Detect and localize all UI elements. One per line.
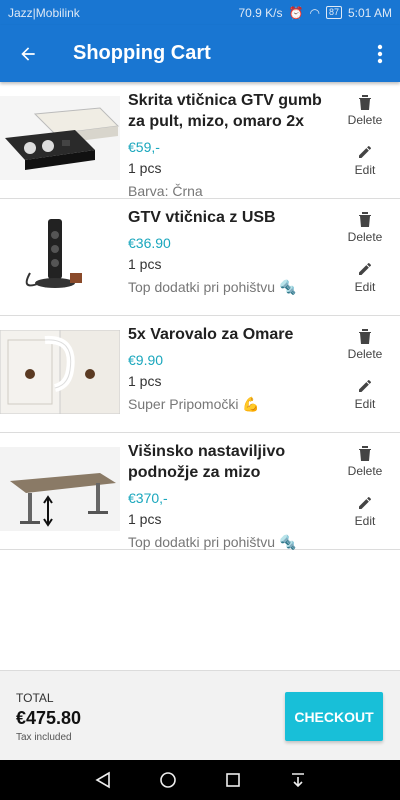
delete-label: Delete	[347, 230, 383, 244]
nav-recents-icon[interactable]	[224, 771, 242, 789]
product-quantity: 1 pcs	[128, 256, 162, 272]
product-variant: Top dodatki pri pohištvu 🔩	[128, 534, 297, 550]
product-variant: Super Pripomočki 💪	[128, 396, 260, 412]
product-price: €9.90	[128, 352, 164, 368]
product-variant: Top dodatki pri pohištvu 🔩	[128, 279, 297, 295]
trash-icon	[359, 446, 371, 461]
product-price: €36.90	[128, 235, 171, 251]
nav-home-icon[interactable]	[159, 771, 177, 789]
total-value: €475.80	[16, 708, 82, 728]
product-name: 5x Varovalo za Omare	[128, 326, 294, 343]
edit-button[interactable]: Edit	[354, 144, 376, 194]
product-quantity: 1 pcs	[128, 160, 162, 176]
delete-label: Delete	[347, 347, 383, 361]
product-name: Višinsko nastaviljivo podnožje za mizo	[128, 443, 286, 481]
total-label: TOTAL	[16, 691, 54, 705]
app-bar: Shopping Cart	[0, 25, 400, 82]
pencil-icon	[359, 496, 371, 509]
status-time: 5:01 AM	[347, 5, 392, 20]
edit-label: Edit	[354, 280, 376, 294]
system-nav-bar	[0, 760, 400, 800]
checkout-button[interactable]: CHECKOUT	[285, 692, 383, 741]
delete-label: Delete	[347, 464, 383, 478]
network-speed: 70.9 K/s	[238, 5, 283, 20]
overflow-menu-button[interactable]	[360, 25, 400, 82]
status-bar: Jazz|Mobilink 70.9 K/s ⏰ ◠ 87 5:01 AM	[0, 0, 400, 25]
product-name: Skrita vtičnica GTV gumb za pult, mizo, …	[128, 92, 322, 130]
page-title: Shopping Cart	[73, 42, 211, 64]
checkout-bar: TOTAL €475.80 Tax included CHECKOUT	[0, 670, 400, 760]
trash-icon	[359, 95, 371, 110]
edit-label: Edit	[354, 163, 376, 177]
trash-icon	[359, 329, 371, 344]
alarm-icon: ⏰	[288, 5, 304, 20]
pencil-icon	[359, 379, 371, 392]
product-image	[0, 213, 120, 297]
wifi-icon: ◠	[309, 5, 320, 20]
cart-item: 5x Varovalo za Omare €9.90 1 pcs Super P…	[0, 316, 400, 433]
pencil-icon	[359, 145, 371, 158]
arrow-left-icon	[21, 46, 35, 61]
back-button[interactable]	[0, 25, 56, 82]
nav-back-icon[interactable]	[94, 771, 112, 789]
edit-button[interactable]: Edit	[354, 261, 376, 311]
nav-notifications-icon[interactable]	[289, 771, 307, 789]
delete-button[interactable]: Delete	[347, 328, 383, 378]
battery-icon: 87	[325, 6, 342, 19]
carrier-label: Jazz|Mobilink	[8, 5, 80, 20]
more-vert-icon	[377, 44, 383, 63]
delete-button[interactable]: Delete	[347, 445, 383, 495]
product-image	[0, 447, 120, 531]
edit-label: Edit	[354, 397, 376, 411]
edit-button[interactable]: Edit	[354, 378, 376, 428]
cart-list: Skrita vtičnica GTV gumb za pult, mizo, …	[0, 82, 400, 550]
cart-item: Skrita vtičnica GTV gumb za pult, mizo, …	[0, 82, 400, 199]
delete-label: Delete	[347, 113, 383, 127]
product-image	[0, 330, 120, 414]
product-price: €370,-	[128, 490, 168, 506]
product-quantity: 1 pcs	[128, 373, 162, 389]
edit-label: Edit	[354, 514, 376, 528]
product-price: €59,-	[128, 139, 160, 155]
cart-item: Višinsko nastaviljivo podnožje za mizo €…	[0, 433, 400, 550]
product-name: GTV vtičnica z USB	[128, 209, 276, 226]
product-variant: Barva: Črna	[128, 183, 203, 199]
product-image	[0, 96, 120, 180]
cart-item: GTV vtičnica z USB €36.90 1 pcs Top doda…	[0, 199, 400, 316]
trash-icon	[359, 212, 371, 227]
product-quantity: 1 pcs	[128, 511, 162, 527]
pencil-icon	[359, 262, 371, 275]
delete-button[interactable]: Delete	[347, 94, 383, 144]
edit-button[interactable]: Edit	[354, 495, 376, 545]
delete-button[interactable]: Delete	[347, 211, 383, 261]
tax-note: Tax included	[16, 732, 72, 743]
